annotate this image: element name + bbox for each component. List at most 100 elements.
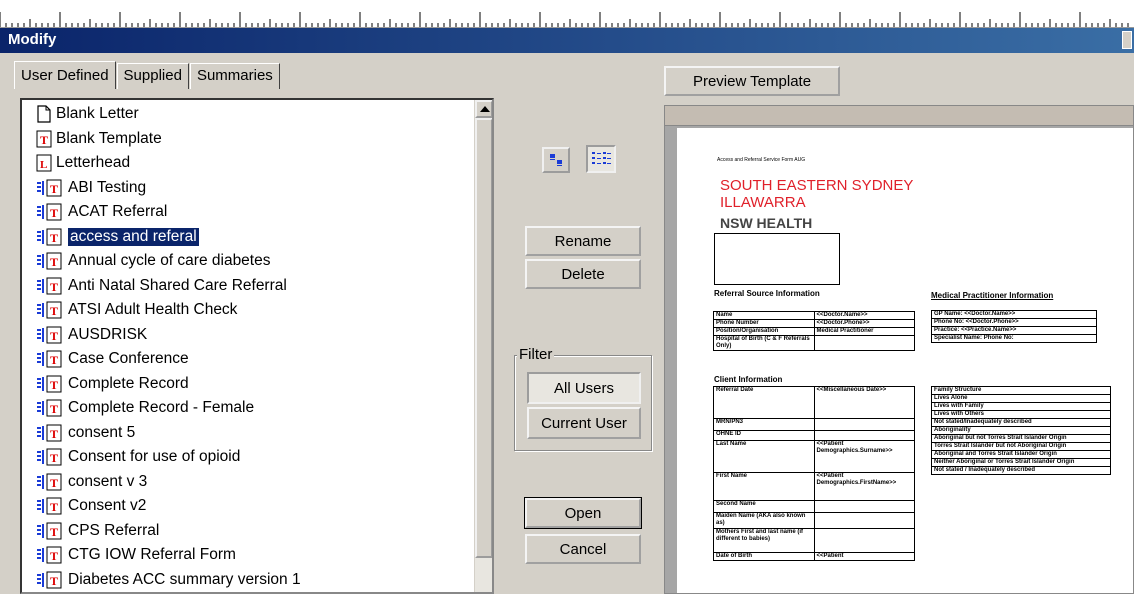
template-list-item[interactable]: T ABI Testing (22, 176, 476, 201)
svg-text:T: T (50, 427, 58, 441)
user-template-icon: T (37, 179, 62, 197)
preview-table-cell: Family Structure (931, 386, 1111, 395)
vertical-scrollbar[interactable] (474, 100, 492, 592)
user-template-icon: T (37, 375, 62, 393)
user-template-icon: T (37, 301, 62, 319)
svg-text:T: T (50, 500, 58, 514)
preview-table-row: Lives with Family (931, 402, 1111, 411)
preview-client-info-table: Referral Date <<Miscellaneous Date>> MRN/P… (713, 386, 915, 561)
user-template-icon: T (37, 424, 62, 442)
preview-table-cell: Phone No: <<Doctor.Phone>> (931, 318, 1097, 327)
template-preview: Access and Referral Service Form AUG SOU… (664, 105, 1134, 594)
svg-text:T: T (50, 402, 58, 416)
template-list-item[interactable]: T Consent v2 (22, 494, 476, 519)
preview-table-cell: Maiden Name (AKA also known as) (713, 512, 815, 529)
template-list-item[interactable]: T Complete Record (22, 372, 476, 397)
svg-text:T: T (50, 574, 58, 588)
template-list-item[interactable]: T Consent for use of opioid (22, 445, 476, 470)
title-bar: Modify (0, 28, 1134, 53)
template-list-item[interactable]: T ATSI Adult Health Check (22, 298, 476, 323)
template-list-items: Blank Letter T Blank Template L Letterhead T A… (22, 102, 476, 593)
svg-text:T: T (50, 329, 58, 343)
tab-supplied[interactable]: Supplied (116, 63, 189, 89)
preview-table-row: Phone Number <<Doctor.Phone>> (713, 319, 915, 328)
delete-button[interactable]: Delete (525, 259, 641, 289)
template-list-item-label: AUSDRISK (68, 325, 148, 343)
template-list-item[interactable]: T Blank Template (22, 127, 476, 152)
preview-table-row: Lives Alone (931, 394, 1111, 403)
rename-button[interactable]: Rename (525, 226, 641, 256)
tab-user-defined[interactable]: User Defined (14, 61, 116, 89)
template-list-item[interactable]: T Annual cycle of care diabetes (22, 249, 476, 274)
template-list-item[interactable]: T CTG IOW Referral Form (22, 543, 476, 568)
template-list-item[interactable]: T CPS Referral (22, 519, 476, 544)
preview-table-row: Practice: <<Practice.Name>> (931, 326, 1097, 335)
template-list-item[interactable]: Tconsent v 3 (22, 470, 476, 495)
preview-table-row: Referral Date <<Miscellaneous Date>> (713, 386, 915, 419)
close-button[interactable] (1122, 31, 1132, 49)
user-template-icon: T (37, 448, 62, 466)
preview-table-cell (813, 430, 915, 441)
preview-table-cell: Neither Aboriginal or Torres Strait Isla… (931, 458, 1111, 467)
template-list-item-label: consent 5 (68, 423, 136, 441)
template-list-item-label: Diabetes ACC summary version 1 (68, 570, 301, 588)
template-list-item-label: Anti Natal Shared Care Referral (68, 276, 287, 294)
svg-text:T: T (50, 231, 58, 245)
template-list-item[interactable]: T Complete Record - Female (22, 396, 476, 421)
open-button[interactable]: Open (524, 497, 642, 529)
template-list-item-label: CPS Referral (68, 521, 160, 539)
user-template-icon: T (37, 497, 62, 515)
view-list-button[interactable] (586, 145, 616, 173)
preview-table-row: Lives with Others (931, 410, 1111, 419)
preview-table-cell: Referral Date (713, 386, 815, 419)
preview-template-button[interactable]: Preview Template (664, 66, 840, 96)
template-list-item-label: CTG IOW Referral Form (68, 546, 236, 564)
template-list-item[interactable]: Taccess and referal (22, 225, 476, 250)
template-list-item[interactable]: T Case Conference (22, 347, 476, 372)
svg-text:T: T (50, 255, 58, 269)
preview-table-row: Maiden Name (AKA also known as) (713, 512, 915, 529)
template-list-item[interactable]: L Letterhead (22, 151, 476, 176)
preview-table-row: Aboriginal but not Torres Strait Islande… (931, 434, 1111, 443)
template-list-item[interactable]: T Anti Natal Shared Care Referral (22, 274, 476, 299)
preview-table-row: Last Name <<Patient Demographics.Surname>… (713, 440, 915, 473)
preview-table-cell: Aboriginal but not Torres Strait Islande… (931, 434, 1111, 443)
preview-table-cell (813, 335, 915, 351)
template-list-item[interactable]: Blank Letter (22, 102, 476, 127)
template-list-item[interactable]: T AUSDRISK (22, 323, 476, 348)
preview-table-cell (813, 512, 915, 529)
current-user-toggle[interactable]: Current User (527, 407, 641, 439)
user-template-icon: T (37, 522, 62, 540)
all-users-toggle[interactable]: All Users (527, 372, 641, 404)
preview-referral-source-heading: Referral Source Information (714, 289, 820, 298)
filter-group: Filter All Users Current User (514, 346, 652, 451)
scroll-up-button[interactable] (475, 100, 492, 118)
svg-text:T: T (50, 378, 58, 392)
template-list-item[interactable]: T Diabetes ACC summary version 1 (22, 568, 476, 593)
template-list-item-label: Letterhead (56, 154, 131, 172)
preview-table-row: GP Name: <<Doctor.Name>> (931, 310, 1097, 319)
template-list-item[interactable]: Tconsent 5 (22, 421, 476, 446)
ruler (0, 0, 1134, 28)
preview-family-structure-table: Family Structure Lives Alone Lives with Fa… (931, 386, 1111, 475)
preview-table-row: MRN/PN3 (713, 418, 915, 431)
preview-table-row: First Name <<Patient Demographics.FirstNa… (713, 472, 915, 501)
preview-table-cell: First Name (713, 472, 815, 501)
template-red-icon: T (36, 130, 52, 148)
user-template-icon: T (37, 571, 62, 589)
template-list-item-label: Blank Letter (56, 105, 139, 123)
document-icon (37, 105, 51, 123)
preview-table-cell: <<Doctor.Name>> (813, 311, 915, 320)
scroll-thumb[interactable] (475, 118, 492, 558)
template-list-item[interactable]: T ACAT Referral (22, 200, 476, 225)
template-list[interactable]: Blank Letter T Blank Template L Letterhead T A… (20, 98, 494, 594)
template-list-item-label: Complete Record - Female (68, 399, 255, 417)
view-large-icons-button[interactable] (542, 147, 570, 173)
preview-page: Access and Referral Service Form AUG SOU… (677, 128, 1133, 593)
user-template-icon: T (37, 203, 62, 221)
svg-text:T: T (50, 206, 58, 220)
svg-text:T: T (50, 476, 58, 490)
cancel-button[interactable]: Cancel (525, 534, 641, 564)
preview-table-cell: <<Miscellaneous Date>> (813, 386, 915, 419)
tab-summaries[interactable]: Summaries (189, 63, 280, 89)
